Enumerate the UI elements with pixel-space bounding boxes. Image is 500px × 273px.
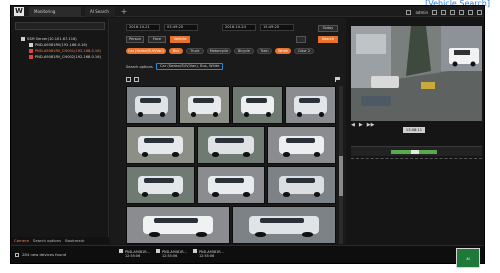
- maximize-icon[interactable]: [468, 9, 473, 15]
- tree-node-device[interactable]: PND-A9081RV_CH002(192.168.0.16): [21, 54, 101, 60]
- playback-controls: ◀ ▶ ▶▶: [351, 122, 374, 128]
- notification-item[interactable]: PND-A9081R... 12:55:06: [119, 249, 150, 263]
- tab-face[interactable]: Face: [148, 36, 166, 43]
- result-thumbnail[interactable]: [232, 86, 283, 124]
- date-to-field[interactable]: 2016-10-24: [222, 24, 256, 31]
- result-thumbnail[interactable]: [285, 86, 336, 124]
- chip-train[interactable]: Train: [257, 48, 272, 54]
- result-thumbnail[interactable]: [196, 126, 266, 164]
- result-thumbnail[interactable]: [126, 86, 177, 124]
- notification-icon: [156, 249, 160, 253]
- refresh-icon[interactable]: [296, 36, 306, 43]
- result-thumbnail[interactable]: [267, 166, 336, 204]
- username: admin: [415, 9, 428, 15]
- tab-person[interactable]: Person: [126, 36, 144, 43]
- result-scrollbar[interactable]: [339, 86, 343, 244]
- play-button[interactable]: ▶: [359, 122, 363, 128]
- list-view-icon[interactable]: [134, 77, 139, 82]
- server-icon: [21, 37, 25, 41]
- fast-forward-button[interactable]: ▶▶: [367, 122, 375, 128]
- notification-item[interactable]: PND-A9081R... 12:55:06: [156, 249, 187, 263]
- camera-icon: [29, 49, 33, 53]
- result-thumbnail[interactable]: [179, 86, 230, 124]
- search-button[interactable]: Search: [318, 36, 338, 43]
- settings-icon[interactable]: [441, 9, 446, 15]
- video-preview[interactable]: [351, 26, 482, 121]
- object-tabs-row: Person Face Vehicle Search: [110, 36, 346, 45]
- result-thumbnail[interactable]: [126, 126, 195, 164]
- grid-view-icon[interactable]: [126, 77, 131, 82]
- minimize-icon[interactable]: [459, 9, 464, 15]
- tab-vehicle[interactable]: Vehicle: [170, 36, 190, 43]
- device-panel: SSM Server(10.101.67.116) PND-A9081RV(19…: [11, 18, 109, 244]
- lock-icon[interactable]: [432, 9, 437, 15]
- result-grid: [126, 86, 336, 244]
- camera-icon: [29, 55, 33, 59]
- app-logo: W: [14, 7, 24, 16]
- tab-monitoring[interactable]: Monitoring: [29, 7, 81, 17]
- info-icon: [15, 252, 19, 257]
- today-button[interactable]: Today: [318, 25, 338, 32]
- left-panel-tabs: Camera Search options Bookmark: [11, 237, 109, 244]
- chip-bicycle[interactable]: Bicycle: [234, 48, 254, 54]
- time-from-field[interactable]: 03:49:20: [164, 24, 198, 31]
- notification-icon: [193, 249, 197, 253]
- titlebar-right: admin: [406, 7, 482, 17]
- result-thumbnail[interactable]: [267, 126, 336, 164]
- tab-camera[interactable]: Camera: [14, 237, 29, 244]
- help-icon[interactable]: [450, 9, 455, 15]
- chip-white[interactable]: White: [275, 48, 291, 54]
- status-bar: 284 new devices found PND-A9081R... 12:5…: [11, 245, 484, 263]
- device-notice: 284 new devices found: [15, 252, 66, 257]
- date-range-row: 2016-10-21 03:49:20 2016-10-24 15:49:20 …: [110, 24, 346, 33]
- add-tab-button[interactable]: +: [119, 7, 129, 17]
- time-to-field[interactable]: 15:49:20: [260, 24, 294, 31]
- date-from-field[interactable]: 2016-10-21: [126, 24, 160, 31]
- result-thumbnail[interactable]: [196, 166, 266, 204]
- device-tree: SSM Server(10.101.67.116) PND-A9081RV(19…: [21, 36, 101, 60]
- result-thumbnail[interactable]: [126, 166, 195, 204]
- notification-item[interactable]: PND-A9081R... 12:55:06: [193, 249, 224, 263]
- tab-ai-search[interactable]: AI Search: [85, 7, 115, 17]
- tab-search-options[interactable]: Search options: [33, 237, 61, 244]
- titlebar: W Monitoring AI Search + admin: [11, 6, 484, 17]
- timeline-segment: [391, 150, 411, 154]
- chip-truck[interactable]: Truck: [186, 48, 204, 54]
- timeline-ticks: [351, 158, 482, 162]
- camera-icon: [29, 43, 33, 47]
- tab-bookmark[interactable]: Bookmark: [65, 237, 84, 244]
- chip-color-2[interactable]: Color 2: [294, 48, 314, 54]
- corner-logo: AI: [456, 248, 480, 268]
- close-icon[interactable]: [477, 9, 482, 15]
- vehicle-type-chips: Car (Sedan/SUV/Van) Bus Truck Motorcycle…: [110, 48, 346, 57]
- chip-car[interactable]: Car (Sedan/SUV/Van): [126, 48, 166, 54]
- result-thumbnail[interactable]: [126, 206, 230, 244]
- chip-bus[interactable]: Bus: [169, 48, 183, 54]
- device-search-input[interactable]: [15, 22, 105, 30]
- playback-timeline[interactable]: [351, 146, 482, 156]
- playback-panel: ◀ ▶ ▶▶ 13:08:11: [347, 18, 484, 244]
- flag-icon[interactable]: [335, 77, 340, 82]
- scrollbar-thumb[interactable]: [339, 156, 343, 196]
- chip-motorcycle[interactable]: Motorcycle: [207, 48, 231, 54]
- result-thumbnail[interactable]: [232, 206, 336, 244]
- timeline-segment: [419, 150, 437, 154]
- search-options-tag[interactable]: Car (Sedan/SUV/Van), Bus, White: [156, 63, 224, 70]
- app-window: W Monitoring AI Search + admin SSM Serve…: [10, 5, 485, 264]
- rewind-button[interactable]: ◀: [351, 122, 355, 128]
- view-toggle: [126, 77, 139, 82]
- timeline-segment: [411, 150, 419, 154]
- user-icon[interactable]: [406, 9, 412, 15]
- playback-time: 13:08:11: [403, 127, 425, 133]
- search-panel: 2016-10-21 03:49:20 2016-10-24 15:49:20 …: [110, 18, 346, 244]
- street-scene-image: [351, 26, 482, 121]
- search-options-label: Search options: [126, 65, 153, 69]
- notification-icon: [119, 249, 123, 253]
